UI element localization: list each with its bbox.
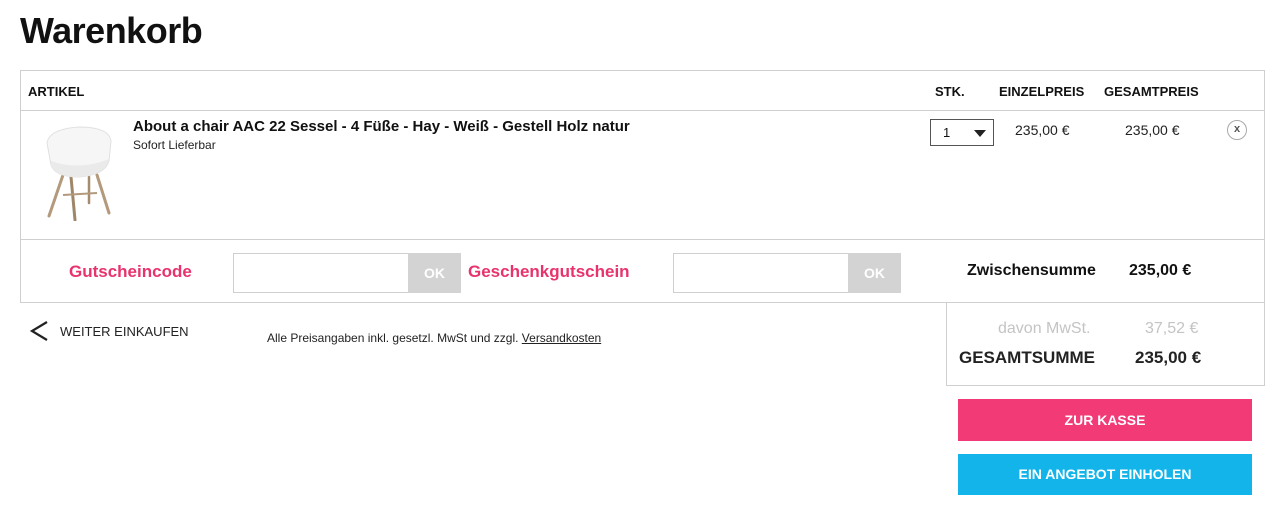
request-quote-button[interactable]: EIN ANGEBOT EINHOLEN [958, 454, 1252, 495]
coupon-ok-button[interactable]: OK [408, 253, 461, 293]
checkout-button[interactable]: ZUR KASSE [958, 399, 1252, 441]
gift-voucher-ok-button[interactable]: OK [848, 253, 901, 293]
coupon-code-label: Gutscheincode [69, 262, 192, 281]
product-name[interactable]: About a chair AAC 22 Sessel - 4 Füße - H… [133, 118, 630, 135]
subtotal-value: 235,00 € [1129, 262, 1192, 279]
gift-voucher-label: Geschenkgutschein [468, 262, 630, 281]
table-row: About a chair AAC 22 Sessel - 4 Füße - H… [21, 111, 1264, 240]
grand-total-value: 235,00 € [1135, 348, 1202, 367]
vat-label: davon MwSt. [998, 320, 1091, 337]
voucher-row: Gutscheincode OK Geschenkgutschein OK Zw… [21, 240, 1264, 302]
price-note: Alle Preisangaben inkl. gesetzl. MwSt un… [267, 331, 601, 345]
shipping-costs-link[interactable]: Versandkosten [522, 331, 601, 345]
remove-item-button[interactable]: x [1227, 120, 1247, 140]
coupon-code-input[interactable] [233, 253, 409, 293]
chevron-down-icon [974, 130, 986, 137]
page-title: Warenkorb [20, 10, 203, 51]
column-header-artikel: ARTIKEL [28, 84, 85, 99]
price-note-text: Alle Preisangaben inkl. gesetzl. MwSt un… [267, 331, 522, 345]
gift-voucher-input[interactable] [673, 253, 849, 293]
table-header: ARTIKEL STK. EINZELPREIS GESAMTPREIS [21, 71, 1264, 111]
chair-icon [46, 126, 112, 222]
quantity-value: 1 [943, 125, 951, 140]
column-header-unit-price: EINZELPREIS [999, 84, 1085, 99]
availability-status: Sofort Lieferbar [133, 138, 216, 152]
totals-box: davon MwSt. 37,52 € GESAMTSUMME 235,00 € [946, 303, 1265, 386]
column-header-quantity: STK. [935, 84, 965, 99]
chevron-left-icon [29, 321, 48, 341]
cart-table: ARTIKEL STK. EINZELPREIS GESAMTPREIS Abo… [20, 70, 1265, 303]
subtotal-label: Zwischensumme [967, 262, 1096, 279]
continue-shopping-label: WEITER EINKAUFEN [60, 324, 189, 339]
quantity-select[interactable]: 1 [930, 119, 994, 146]
product-image[interactable] [39, 121, 117, 222]
unit-price: 235,00 € [1015, 122, 1070, 138]
vat-value: 37,52 € [1145, 320, 1199, 337]
column-header-total-price: GESAMTPREIS [1104, 84, 1199, 99]
grand-total-label: GESAMTSUMME [959, 348, 1095, 367]
total-price: 235,00 € [1125, 122, 1180, 138]
